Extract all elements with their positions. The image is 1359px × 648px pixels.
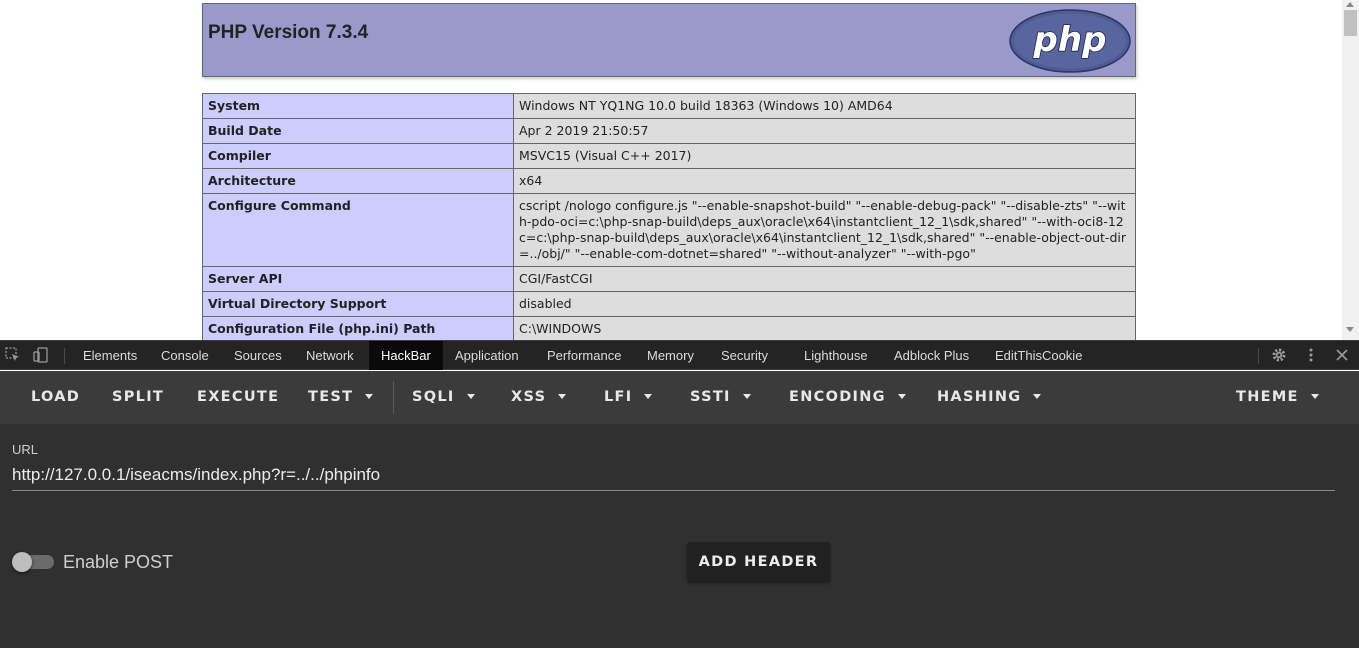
row-key: System [202, 93, 514, 119]
enable-post-toggle[interactable] [12, 552, 54, 572]
test-label: TEST [308, 389, 354, 405]
device-toolbar-icon[interactable] [32, 347, 50, 365]
php-logo: php [1009, 9, 1131, 73]
chevron-down-icon [742, 394, 751, 399]
row-value: C:\WINDOWS [513, 316, 1136, 340]
tab-hackbar[interactable]: HackBar [369, 341, 443, 370]
encoding-label: ENCODING [789, 389, 886, 405]
sqli-dropdown[interactable]: SQLI [412, 371, 475, 424]
row-key: Server API [202, 266, 514, 292]
row-key: Virtual Directory Support [202, 291, 514, 317]
sqli-label: SQLI [412, 389, 455, 405]
xss-label: XSS [511, 389, 547, 405]
theme-dropdown[interactable]: THEME [1236, 371, 1319, 424]
info-table: System Windows NT YQ1NG 10.0 build 18363 … [202, 93, 1136, 340]
url-label: URL [12, 442, 39, 457]
row-value: MSVC15 (Visual C++ 2017) [513, 143, 1136, 169]
row-key: Compiler [202, 143, 514, 169]
test-dropdown[interactable]: TEST [308, 371, 374, 424]
tab-memory[interactable]: Memory [635, 341, 706, 370]
tab-divider [64, 348, 65, 364]
table-row: Build Date Apr 2 2019 21:50:57 [202, 118, 1136, 144]
toggle-knob [12, 552, 32, 572]
lfi-label: LFI [604, 389, 633, 405]
chevron-down-icon [897, 394, 906, 399]
table-row: Configuration File (php.ini) Path C:\WIND… [202, 316, 1136, 340]
inspect-element-icon[interactable] [4, 347, 22, 365]
table-row: Configure Command cscript /nologo configu… [202, 193, 1136, 267]
row-key: Architecture [202, 168, 514, 194]
hackbar-toolbar: LOAD SPLIT EXECUTE TEST SQLI XSS LFI SST… [0, 371, 1359, 424]
chevron-down-icon [466, 394, 475, 399]
chevron-down-icon [365, 394, 374, 399]
gear-icon[interactable] [1270, 347, 1288, 365]
hashing-label: HASHING [937, 389, 1022, 405]
enable-post-label: Enable POST [63, 552, 174, 572]
page-scrollbar[interactable] [1342, 0, 1359, 340]
toolbar-divider [393, 381, 394, 414]
scroll-down-arrow-icon[interactable] [1346, 327, 1354, 332]
row-value: Windows NT YQ1NG 10.0 build 18363 (Windo… [513, 93, 1136, 119]
tab-security[interactable]: Security [709, 341, 780, 370]
split-label: SPLIT [112, 389, 165, 405]
hackbar-body: URL Enable POST ADD HEADER [0, 424, 1359, 648]
table-row: System Windows NT YQ1NG 10.0 build 18363 … [202, 93, 1136, 119]
tab-network[interactable]: Network [294, 341, 366, 370]
lfi-dropdown[interactable]: LFI [604, 371, 653, 424]
chevron-down-icon [644, 394, 653, 399]
tab-sources[interactable]: Sources [222, 341, 294, 370]
table-row: Server API CGI/FastCGI [202, 266, 1136, 292]
tab-editthiscookie[interactable]: EditThisCookie [983, 341, 1094, 370]
phpinfo-page: PHP Version 7.3.4 php System Windows NT Y… [0, 0, 1359, 340]
scroll-up-arrow-icon[interactable] [1346, 2, 1354, 7]
execute-label: EXECUTE [197, 389, 280, 405]
more-options-icon[interactable] [1302, 347, 1320, 365]
row-key: Configure Command [202, 193, 514, 267]
php-header: PHP Version 7.3.4 php [202, 3, 1136, 77]
xss-dropdown[interactable]: XSS [511, 371, 567, 424]
url-input[interactable] [12, 460, 1335, 491]
tab-console[interactable]: Console [149, 341, 221, 370]
chevron-down-icon [1033, 394, 1042, 399]
table-row: Virtual Directory Support disabled [202, 291, 1136, 317]
load-label: LOAD [31, 389, 81, 405]
theme-label: THEME [1236, 389, 1299, 405]
chevron-down-icon [1310, 394, 1319, 399]
split-button[interactable]: SPLIT [112, 371, 164, 424]
row-value: cscript /nologo configure.js "--enable-s… [513, 193, 1136, 267]
tab-lighthouse[interactable]: Lighthouse [792, 341, 880, 370]
row-value: Apr 2 2019 21:50:57 [513, 118, 1136, 144]
chevron-down-icon [558, 394, 567, 399]
execute-button[interactable]: EXECUTE [197, 371, 279, 424]
devtools-tab-bar: Elements Console Sources Network HackBar… [0, 340, 1359, 370]
ssti-dropdown[interactable]: SSTI [690, 371, 751, 424]
row-key: Configuration File (php.ini) Path [202, 316, 514, 340]
page-title: PHP Version 7.3.4 [208, 22, 369, 43]
hashing-dropdown[interactable]: HASHING [937, 371, 1042, 424]
tab-elements[interactable]: Elements [71, 341, 149, 370]
encoding-dropdown[interactable]: ENCODING [789, 371, 906, 424]
load-button[interactable]: LOAD [31, 371, 80, 424]
tab-performance[interactable]: Performance [535, 341, 633, 370]
row-value: CGI/FastCGI [513, 266, 1136, 292]
row-value: disabled [513, 291, 1136, 317]
tab-adblock-plus[interactable]: Adblock Plus [882, 341, 981, 370]
php-logo-text: php [1033, 20, 1107, 60]
scrollbar-thumb[interactable] [1344, 10, 1357, 36]
close-icon[interactable] [1333, 347, 1351, 365]
tab-divider [1258, 348, 1259, 364]
tab-application[interactable]: Application [443, 341, 531, 370]
add-header-button[interactable]: ADD HEADER [687, 542, 830, 581]
table-row: Compiler MSVC15 (Visual C++ 2017) [202, 143, 1136, 169]
ssti-label: SSTI [690, 389, 731, 405]
row-key: Build Date [202, 118, 514, 144]
row-value: x64 [513, 168, 1136, 194]
table-row: Architecture x64 [202, 168, 1136, 194]
